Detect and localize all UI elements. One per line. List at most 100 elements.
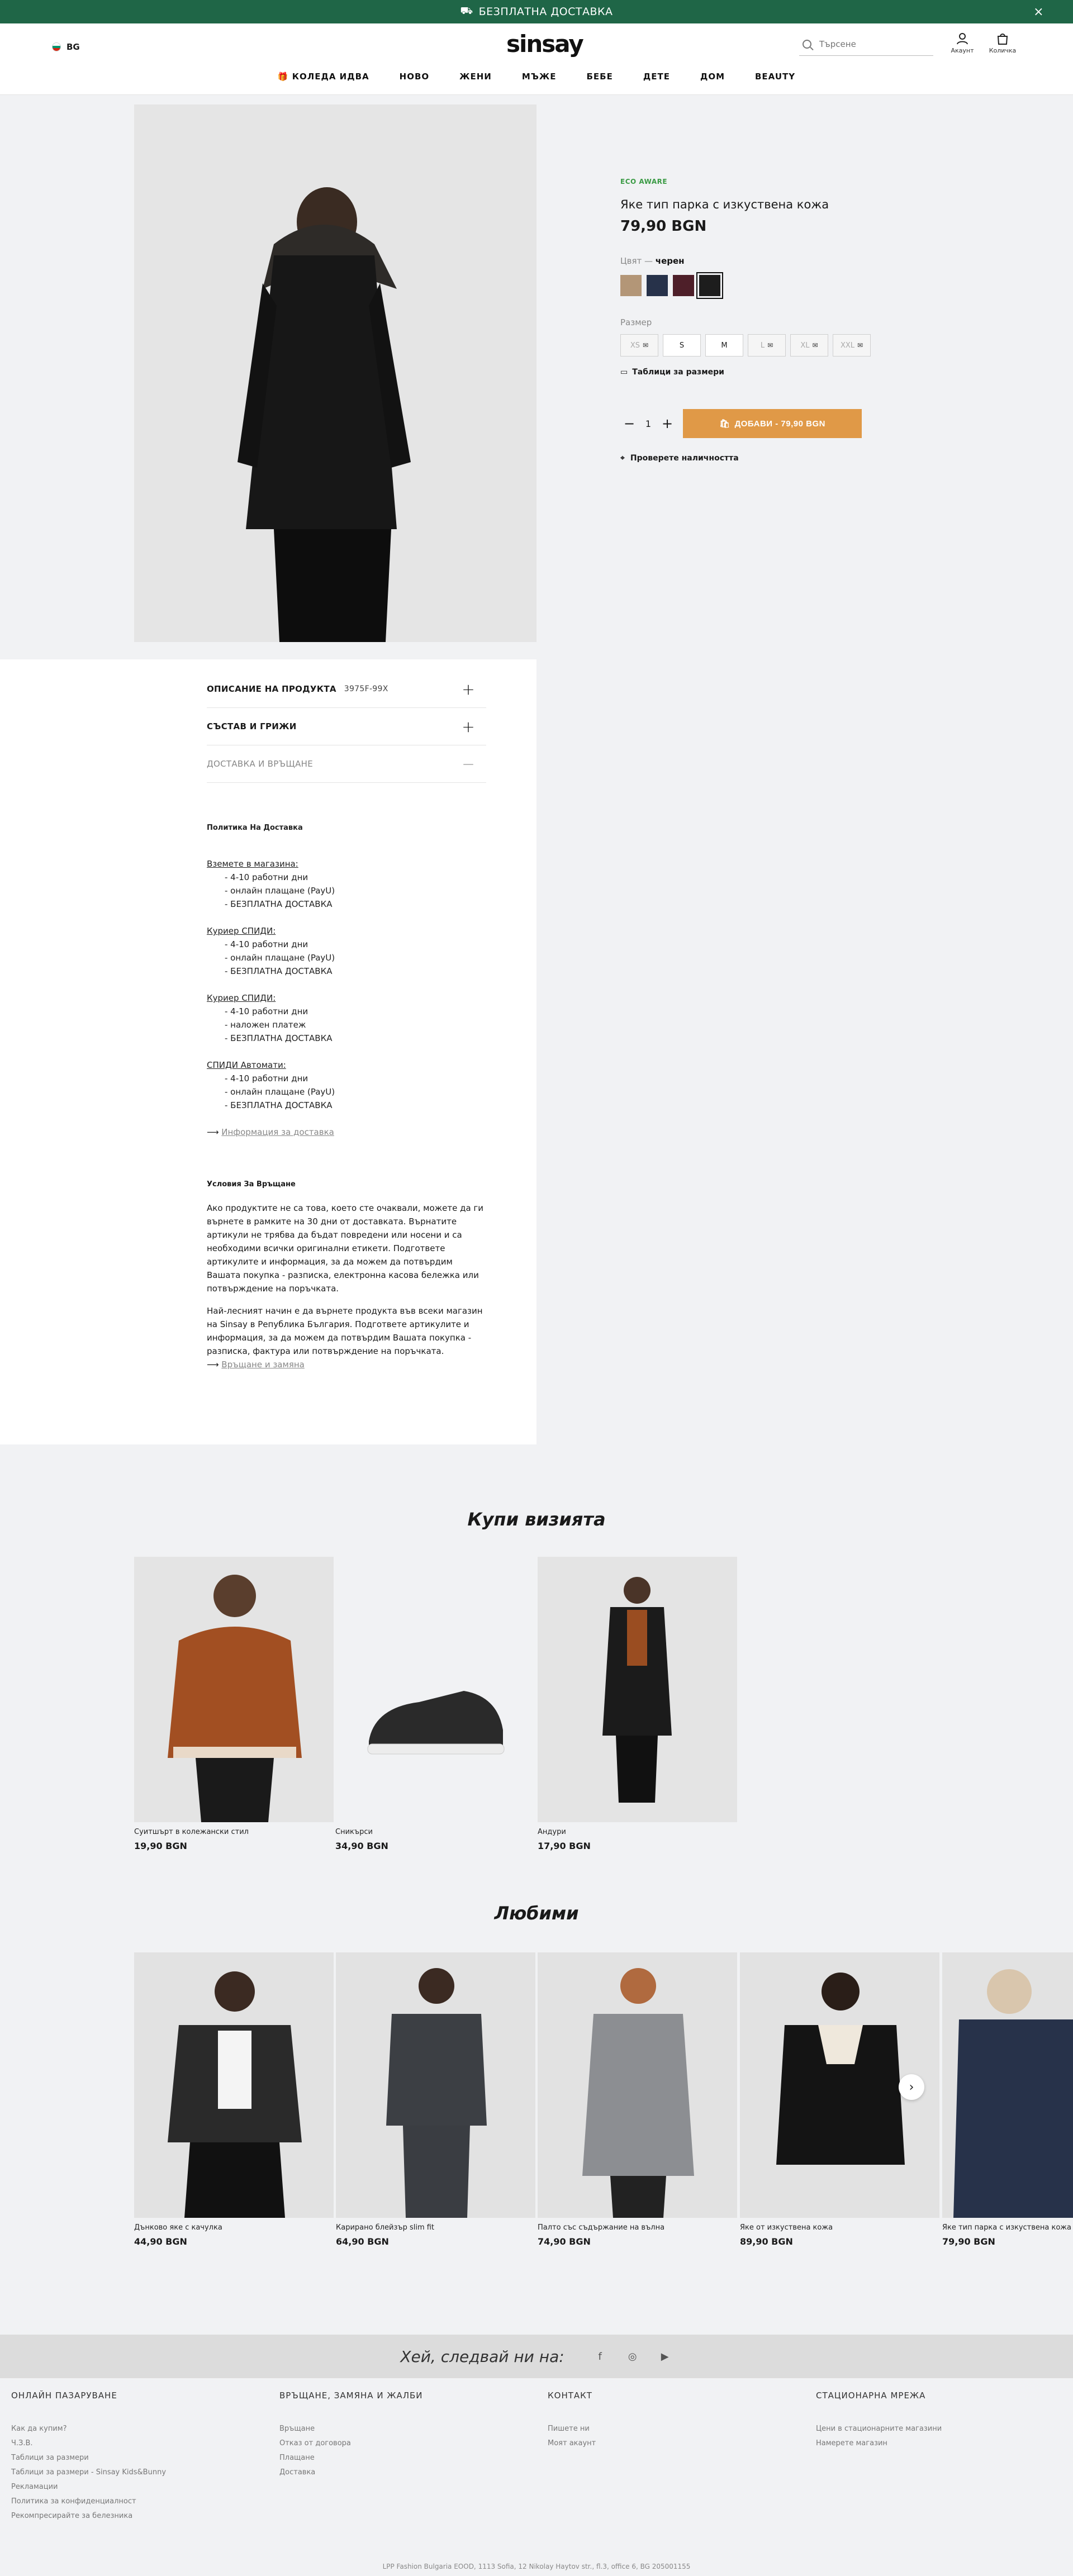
- return-text-1: Ако продуктите не са това, което сте оча…: [207, 1203, 484, 1294]
- footer-link[interactable]: Таблици за размери - Sinsay Kids&Bunny: [11, 2465, 235, 2480]
- nav-home[interactable]: ДОМ: [700, 72, 725, 82]
- qty-increase-button[interactable]: +: [658, 416, 676, 431]
- product-image: [538, 1952, 737, 2218]
- accordion-delivery[interactable]: ДОСТАВКА И ВРЪЩАНЕ −: [207, 745, 486, 783]
- nav-men[interactable]: МЪЖЕ: [522, 72, 557, 82]
- delivery-policy-title: Политика На Доставка: [207, 824, 303, 832]
- return-text-2: Най-лесният начин е да върнете продукта …: [207, 1306, 483, 1356]
- product-details: ОПИСАНИЕ НА ПРОДУКТА 3975F-99X + СЪСТАВ И…: [0, 659, 536, 1444]
- delivery-info-link[interactable]: ⟶ Информация за доставка: [207, 1125, 486, 1139]
- footer-link[interactable]: Цени в стационарните магазини: [816, 2422, 1039, 2436]
- delivery-group: Куриер СПИДИ: - 4-10 работни дни - онлай…: [207, 926, 335, 976]
- swatch-beige[interactable]: [620, 275, 642, 296]
- footer-link[interactable]: Връщане: [279, 2422, 503, 2436]
- bag-icon: 🛍: [719, 419, 730, 429]
- footer-link[interactable]: Моят акаунт: [548, 2436, 771, 2451]
- size-m[interactable]: M: [705, 334, 743, 357]
- location-pin-icon: ⌖: [620, 454, 625, 463]
- footer-link[interactable]: Намерете магазин: [816, 2436, 1039, 2451]
- mail-icon: ✉: [857, 341, 863, 349]
- nav-women[interactable]: ЖЕНИ: [459, 72, 492, 82]
- product-card[interactable]: Сникърси 34,90 BGN: [335, 1557, 535, 1851]
- accordion-composition[interactable]: СЪСТАВ И ГРИЖИ +: [207, 708, 486, 745]
- cart-button[interactable]: Количка: [986, 32, 1019, 54]
- nav-kids[interactable]: ДЕТЕ: [643, 72, 670, 82]
- arrow-right-icon: ⟶: [207, 1360, 222, 1370]
- size-s[interactable]: S: [663, 334, 701, 357]
- product-image: [336, 1952, 535, 2218]
- size-l[interactable]: L ✉: [748, 334, 786, 357]
- youtube-icon[interactable]: ▶: [657, 2351, 673, 2363]
- product-image: [134, 1952, 334, 2218]
- mail-icon: ✉: [767, 341, 773, 349]
- footer-link[interactable]: Пишете ни: [548, 2422, 771, 2436]
- nav-baby[interactable]: БЕБЕ: [587, 72, 613, 82]
- product-card[interactable]: Андури 17,90 BGN: [538, 1557, 737, 1851]
- shop-the-look-title: Купи визията: [467, 1509, 606, 1530]
- swatch-navy[interactable]: [647, 275, 668, 296]
- size-xl[interactable]: XL ✉: [790, 334, 828, 357]
- arrow-right-icon: ⟶: [207, 1127, 222, 1137]
- bulgaria-flag-icon: [52, 42, 61, 51]
- footer-link[interactable]: Как да купим?: [11, 2422, 235, 2436]
- footer-link[interactable]: Ч.З.В.: [11, 2436, 235, 2451]
- nav-christmas[interactable]: 🎁 КОЛЕДА ИДВА: [278, 72, 369, 82]
- product-card[interactable]: Дънково яке с качулка 44,90 BGN: [134, 1952, 334, 2247]
- footer-link[interactable]: Рекламации: [11, 2480, 235, 2494]
- language-selector[interactable]: BG: [52, 42, 80, 52]
- return-policy: Условия За Връщане Ако продуктите не са …: [207, 1178, 486, 1371]
- footer-column: СТАЦИОНАРНА МРЕЖА Цени в стационарните м…: [816, 2390, 1039, 2451]
- main-nav: 🎁 КОЛЕДА ИДВА НОВО ЖЕНИ МЪЖЕ БЕБЕ ДЕТЕ Д…: [0, 72, 1073, 82]
- mail-icon: ✉: [812, 341, 818, 349]
- product-image[interactable]: [134, 104, 536, 642]
- close-icon[interactable]: ×: [1033, 5, 1044, 19]
- size-label: Размер: [620, 317, 652, 327]
- size-table-link[interactable]: ▭ Таблици за размери: [620, 368, 883, 377]
- size-xxl[interactable]: XXL ✉: [833, 334, 871, 357]
- product-info: ECO AWARE Яке тип парка с изкуствена кож…: [620, 178, 883, 463]
- product-image: [538, 1557, 737, 1822]
- nav-new[interactable]: НОВО: [400, 72, 430, 82]
- site-header: BG sinsay Акаунт Количка 🎁 КОЛЕДА ИДВА Н…: [0, 23, 1073, 95]
- add-to-cart-row: − 1 + 🛍 ДОБАВИ - 79,90 BGN: [620, 409, 883, 438]
- account-button[interactable]: Акаунт: [946, 32, 979, 54]
- returns-link[interactable]: ⟶ Връщане и замяна: [207, 1358, 486, 1371]
- product-name: Яке тип парка с изкуствена кожа: [620, 198, 829, 211]
- footer-column: ОНЛАЙН ПАЗАРУВАНЕ Как да купим? Ч.З.В. Т…: [11, 2390, 235, 2523]
- color-label: Цвят — черен: [620, 256, 685, 266]
- footer-link[interactable]: Доставка: [279, 2465, 503, 2480]
- facebook-icon[interactable]: f: [592, 2351, 608, 2363]
- favorites-title: Любими: [494, 1903, 579, 1924]
- swatch-burgundy[interactable]: [673, 275, 694, 296]
- footer-link[interactable]: Плащане: [279, 2451, 503, 2465]
- search-box[interactable]: [799, 32, 933, 56]
- footer-link[interactable]: Политика за конфиденциалност: [11, 2494, 235, 2509]
- footer-link[interactable]: Отказ от договора: [279, 2436, 503, 2451]
- footer-column: КОНТАКТ Пишете ни Моят акаунт: [548, 2390, 771, 2451]
- check-availability-link[interactable]: ⌖ Проверете наличността: [620, 454, 883, 463]
- footer-link[interactable]: Таблици за размери: [11, 2451, 235, 2465]
- product-card[interactable]: Карирано блейзър slim fit 64,90 BGN: [336, 1952, 535, 2247]
- accordion-description[interactable]: ОПИСАНИЕ НА ПРОДУКТА 3975F-99X +: [207, 671, 486, 708]
- promo-text: БЕЗПЛАТНА ДОСТАВКА: [478, 6, 613, 18]
- search-input[interactable]: [819, 39, 931, 49]
- product-card[interactable]: Палто със съдържание на вълна 74,90 BGN: [538, 1952, 737, 2247]
- carousel-next-button[interactable]: ›: [899, 2074, 924, 2100]
- footer-link[interactable]: Рекомпресирайте за белезника: [11, 2509, 235, 2523]
- product-image: [134, 1557, 334, 1822]
- logo[interactable]: sinsay: [506, 30, 584, 58]
- product-card[interactable]: Суитшърт в колежански стил 19,90 BGN: [134, 1557, 334, 1851]
- add-to-cart-button[interactable]: 🛍 ДОБАВИ - 79,90 BGN: [683, 409, 862, 438]
- plus-icon: +: [462, 717, 475, 736]
- swatch-black[interactable]: [696, 272, 723, 299]
- search-icon: [803, 39, 811, 49]
- plus-icon: +: [462, 679, 475, 698]
- product-card[interactable]: Яке тип парка с изкуствена кожа 79,90 BG…: [942, 1952, 1073, 2247]
- user-icon: [957, 33, 968, 45]
- social-heading: Хей, следвай ни на:: [400, 2347, 564, 2366]
- instagram-icon[interactable]: ◎: [625, 2351, 640, 2363]
- nav-beauty[interactable]: BEAUTY: [755, 72, 795, 82]
- qty-decrease-button[interactable]: −: [620, 416, 638, 431]
- parka-model-image: [134, 104, 536, 642]
- size-xs[interactable]: XS ✉: [620, 334, 658, 357]
